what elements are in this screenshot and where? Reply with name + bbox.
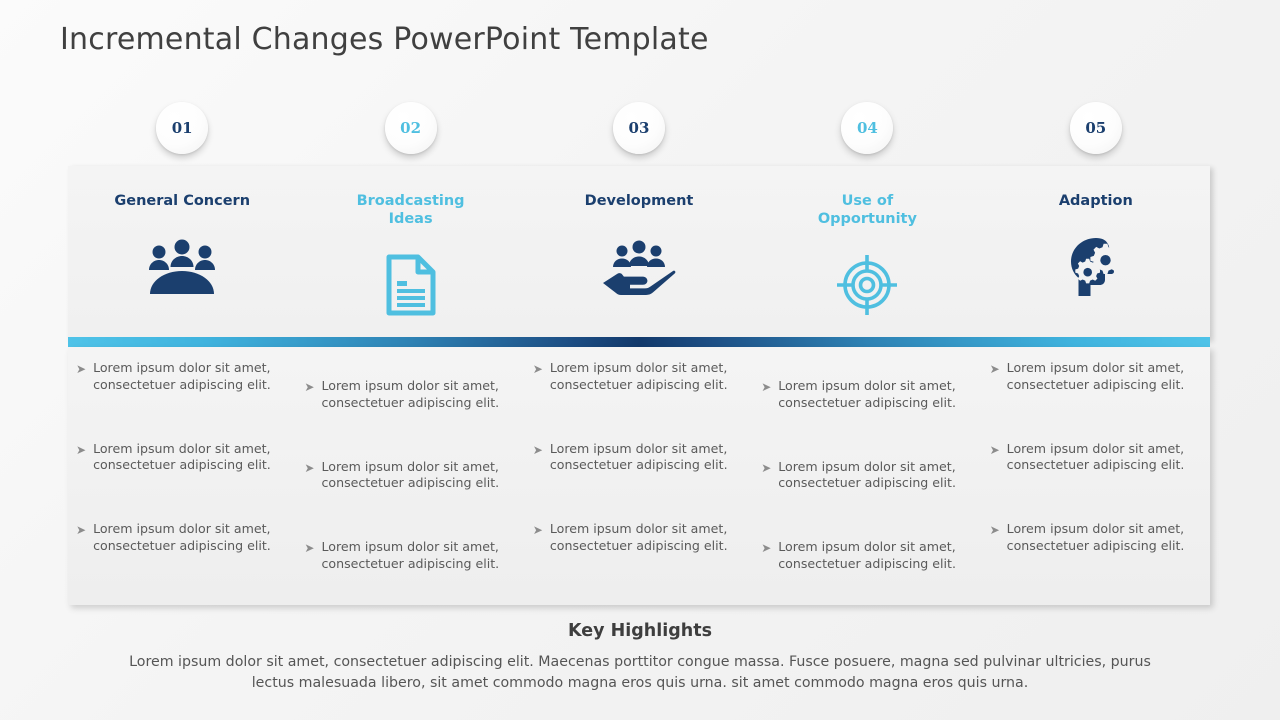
target-crosshair-icon [835, 254, 899, 316]
bullet-text: Lorem ipsum dolor sit amet, consectetuer… [93, 360, 271, 392]
bullet-text: Lorem ipsum dolor sit amet, consectetuer… [321, 458, 500, 491]
stage-header-label: Use of Opportunity [817, 193, 917, 228]
stage-number-badge[interactable]: 05 [1069, 102, 1122, 154]
stage-number-badge[interactable]: 03 [612, 102, 665, 154]
stage-header-label: General Concern [114, 193, 251, 209]
list-item: ➤ Lorem ipsum dolor sit amet, consectetue… [304, 378, 508, 411]
stage-column: 05 Adaption ➤ Lorem ipsum dolor sit amet, … [982, 100, 1210, 620]
list-item: ➤ Lorem ipsum dolor sit amet, consectetue… [990, 441, 1194, 474]
hand-holding-people-icon [601, 236, 677, 298]
bullet-text: Lorem ipsum dolor sit amet, consectetuer… [778, 458, 956, 491]
list-item: ➤ Lorem ipsum dolor sit amet, consectetue… [990, 521, 1194, 554]
list-item: ➤ Lorem ipsum dolor sit amet, consectetue… [761, 378, 965, 411]
bullet-arrow-icon: ➤ [532, 442, 543, 457]
bullet-arrow-icon: ➤ [761, 541, 772, 556]
bullet-arrow-icon: ➤ [761, 380, 772, 395]
bullet-text: Lorem ipsum dolor sit amet, consectetuer… [1006, 521, 1185, 553]
bullet-arrow-icon: ➤ [532, 362, 543, 377]
stage-header-label: Development [584, 193, 694, 209]
bullet-arrow-icon: ➤ [304, 541, 315, 556]
bullet-arrow-icon: ➤ [76, 442, 87, 457]
page-title: Incremental Changes PowerPoint Template [60, 22, 709, 57]
stage-column: 03 Development ➤ Lorem ipsum dolor sit ame… [525, 100, 753, 620]
stage-bullet-list: ➤ Lorem ipsum dolor sit amet, consectetue… [68, 360, 296, 601]
stage-column: 04 Use of Opportunity ➤ Lorem ipsum dolor … [753, 100, 981, 620]
list-item: ➤ Lorem ipsum dolor sit amet, consectetue… [990, 360, 1194, 393]
document-file-icon [385, 254, 437, 316]
bullet-arrow-icon: ➤ [76, 523, 87, 538]
columns-container: 01 General Concern ➤ Lorem ipsum dolor sit… [68, 100, 1210, 605]
list-item: ➤ Lorem ipsum dolor sit amet, consectetue… [761, 459, 965, 492]
head-with-gears-icon [1065, 236, 1127, 298]
bullet-text: Lorem ipsum dolor sit amet, consectetuer… [321, 539, 500, 571]
list-item: ➤ Lorem ipsum dolor sit amet, consectetue… [76, 360, 280, 393]
stage-column: 02 Broadcasting Ideas ➤ Lorem ipsum dolor … [296, 100, 524, 620]
stage-bullet-list: ➤ Lorem ipsum dolor sit amet, consectetue… [296, 378, 524, 619]
key-highlights-title: Key Highlights [567, 621, 713, 641]
bullet-arrow-icon: ➤ [989, 362, 1000, 377]
stage-bullet-list: ➤ Lorem ipsum dolor sit amet, consectetue… [753, 378, 981, 619]
bullet-arrow-icon: ➤ [989, 442, 1000, 457]
bullet-text: Lorem ipsum dolor sit amet, consectetuer… [1006, 360, 1185, 392]
stage-number-badge[interactable]: 02 [384, 102, 437, 154]
bullet-text: Lorem ipsum dolor sit amet, consectetuer… [321, 378, 500, 410]
list-item: ➤ Lorem ipsum dolor sit amet, consectetue… [76, 521, 280, 554]
bullet-arrow-icon: ➤ [761, 460, 772, 475]
bullet-arrow-icon: ➤ [304, 460, 315, 475]
stage-number-badge[interactable]: 01 [156, 102, 209, 154]
bullet-text: Lorem ipsum dolor sit amet, consectetuer… [1006, 440, 1185, 473]
bullet-arrow-icon: ➤ [304, 380, 315, 395]
bullet-text: Lorem ipsum dolor sit amet, consectetuer… [549, 521, 728, 553]
list-item: ➤ Lorem ipsum dolor sit amet, consectetue… [304, 539, 508, 572]
bullet-arrow-icon: ➤ [532, 523, 543, 538]
stage-bullet-list: ➤ Lorem ipsum dolor sit amet, consectetue… [525, 360, 753, 601]
bullet-arrow-icon: ➤ [76, 362, 87, 377]
list-item: ➤ Lorem ipsum dolor sit amet, consectetue… [533, 360, 737, 393]
bullet-arrow-icon: ➤ [989, 523, 1000, 538]
bullet-text: Lorem ipsum dolor sit amet, consectetuer… [778, 378, 956, 410]
list-item: ➤ Lorem ipsum dolor sit amet, consectetue… [761, 539, 965, 572]
bullet-text: Lorem ipsum dolor sit amet, consectetuer… [93, 521, 271, 553]
stage-bullet-list: ➤ Lorem ipsum dolor sit amet, consectetue… [982, 360, 1210, 601]
stage-header-label: Broadcasting Ideas [356, 193, 465, 228]
bullet-text: Lorem ipsum dolor sit amet, consectetuer… [93, 440, 271, 473]
slide-canvas: Incremental Changes PowerPoint Template … [0, 0, 1280, 720]
bullet-text: Lorem ipsum dolor sit amet, consectetuer… [778, 539, 956, 571]
bullet-text: Lorem ipsum dolor sit amet, consectetuer… [549, 440, 728, 473]
list-item: ➤ Lorem ipsum dolor sit amet, consectetue… [304, 459, 508, 492]
list-item: ➤ Lorem ipsum dolor sit amet, consectetue… [533, 441, 737, 474]
key-highlights-body: Lorem ipsum dolor sit amet, consectetuer… [129, 654, 1151, 691]
stage-header-label: Adaption [1058, 193, 1133, 209]
list-item: ➤ Lorem ipsum dolor sit amet, consectetue… [533, 521, 737, 554]
list-item: ➤ Lorem ipsum dolor sit amet, consectetue… [76, 441, 280, 474]
group-meeting-icon [146, 236, 218, 298]
bullet-text: Lorem ipsum dolor sit amet, consectetuer… [549, 360, 728, 392]
stage-column: 01 General Concern ➤ Lorem ipsum dolor sit… [68, 100, 296, 620]
stage-number-badge[interactable]: 04 [841, 102, 894, 154]
